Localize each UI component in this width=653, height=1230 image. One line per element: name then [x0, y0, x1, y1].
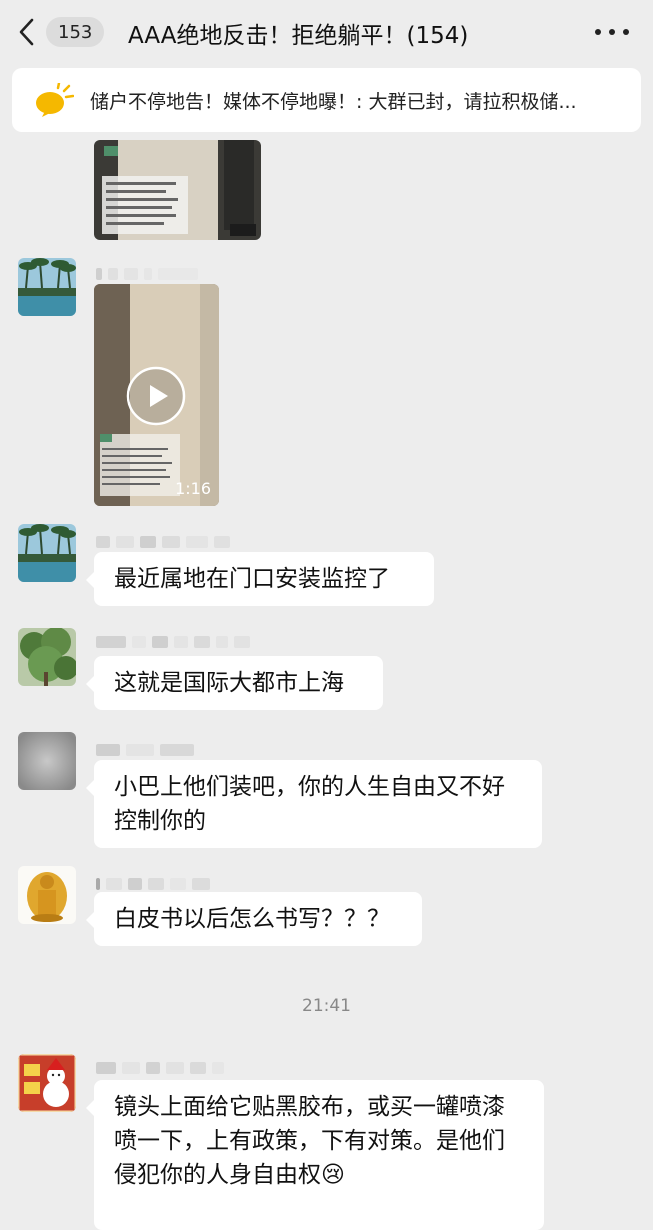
avatar[interactable] — [18, 1054, 76, 1112]
more-button[interactable] — [595, 20, 629, 44]
palm-pool-avatar — [18, 258, 76, 316]
back-button[interactable]: 153 — [14, 14, 105, 50]
unread-count-badge: 153 — [46, 17, 105, 47]
avatar[interactable] — [18, 732, 76, 790]
chat-header: 153 AAA绝地反击！拒绝躺平！(154) — [0, 0, 653, 64]
avatar[interactable] — [18, 258, 76, 316]
tree-avatar — [18, 628, 76, 686]
snowman-avatar — [18, 1054, 76, 1112]
message-bubble[interactable]: 镜头上面给它贴黑胶布，或买一罐喷漆喷一下，上有政策，下有对策。是他们侵犯你的人身… — [86, 1080, 544, 1230]
more-dot — [623, 29, 629, 35]
sender-name-blurred — [96, 634, 250, 650]
chevron-left-icon — [19, 18, 34, 46]
message-bubble[interactable]: 这就是国际大都市上海 — [86, 656, 383, 710]
gray-avatar — [18, 732, 76, 790]
play-icon[interactable] — [126, 366, 186, 426]
avatar[interactable] — [18, 866, 76, 924]
more-dot — [609, 29, 615, 35]
sender-name-blurred — [96, 266, 198, 282]
video-duration: 1:16 — [175, 479, 211, 498]
announcement-text: 储户不停地告！媒体不停地曝！: 大群已封，请拉积极储... — [90, 90, 577, 113]
shared-video[interactable]: 1:16 — [94, 284, 219, 506]
photo-thumbnail — [94, 140, 261, 240]
more-icon — [595, 29, 601, 35]
sender-name-blurred — [96, 1060, 224, 1076]
message-bubble[interactable]: 小巴上他们装吧，你的人生自由又不好控制你的 — [86, 760, 542, 848]
announcement-icon — [36, 83, 74, 117]
message-bubble[interactable]: 白皮书以后怎么书写？？？ — [86, 892, 422, 946]
message-bubble[interactable]: 最近属地在门口安装监控了 — [86, 552, 434, 606]
sender-name-blurred — [96, 742, 194, 758]
chat-title: AAA绝地反击！拒绝躺平！(154) — [128, 23, 469, 49]
palm-pool-avatar — [18, 524, 76, 582]
message-timestamp: 21:41 — [302, 996, 351, 1016]
avatar[interactable] — [18, 628, 76, 686]
group-announcement[interactable]: 储户不停地告！媒体不停地曝！: 大群已封，请拉积极储... — [12, 68, 641, 132]
sender-name-blurred — [96, 534, 230, 550]
sender-name-blurred — [96, 876, 210, 892]
golden-statue-avatar — [18, 866, 76, 924]
shared-image[interactable] — [94, 140, 261, 240]
avatar[interactable] — [18, 524, 76, 582]
